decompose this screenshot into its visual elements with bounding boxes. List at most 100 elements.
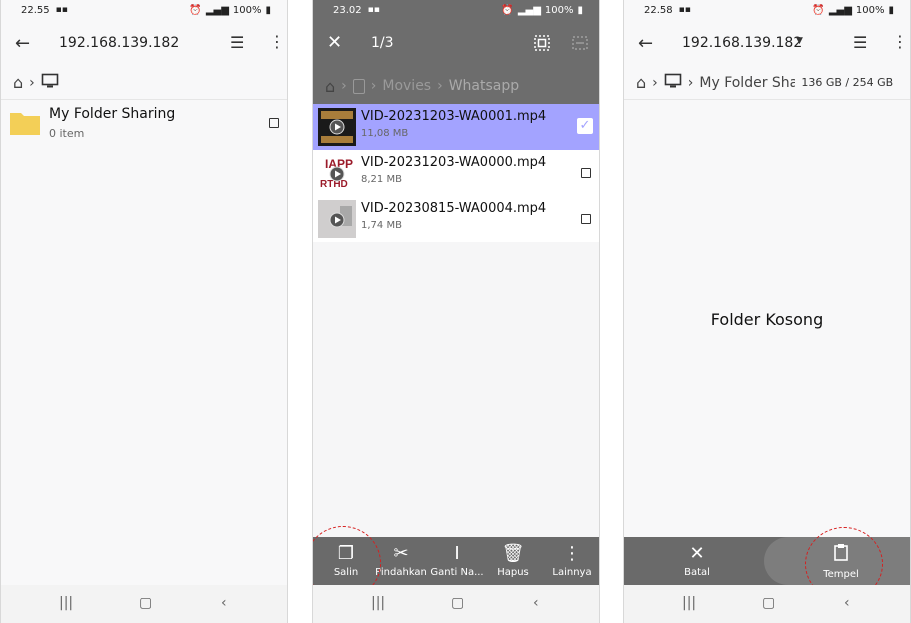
app-bar: ← 192.168.139.182 ▼ ☰ ⋮ [624,20,910,66]
file-size: 1,74 MB [361,220,402,231]
status-time: 22.55 [21,4,50,16]
signal-icon: ▂▄▆ [517,4,541,16]
status-time: 23.02 [333,4,362,16]
file-name: VID-20231203-WA0000.mp4 [361,155,547,170]
file-size: 8,21 MB [361,174,402,185]
back-icon[interactable]: ‹ [221,595,227,611]
battery-icon: ▮ [888,4,894,16]
alarm-icon: ⏰ [189,4,202,16]
home-icon[interactable]: ⌂ [636,73,646,92]
home-icon[interactable]: ⌂ [325,77,335,96]
battery-icon: ▮ [577,4,583,16]
file-row[interactable]: VID-20231203-WA0001.mp4 11,08 MB ✓ [313,104,599,150]
text-cursor-icon: I [454,542,460,564]
chevron-right-icon: › [652,74,658,91]
chevron-right-icon: › [341,78,347,94]
recents-icon[interactable]: ||| [371,595,385,611]
back-arrow-icon[interactable]: ← [638,33,653,54]
file-list-empty-area [313,242,599,537]
crumb-movies[interactable]: Movies [382,78,431,94]
notification-icons: ▪▪ [367,5,380,15]
status-bar: 22.58 ▪▪ ⏰ ▂▄▆ 100% ▮ [624,0,910,20]
status-time: 22.58 [644,4,673,16]
move-button[interactable]: ✂ Pindahkan [373,537,429,585]
signal-icon: ▂▄▆ [828,4,852,16]
file-row[interactable]: VID-20230815-WA0004.mp4 1,74 MB [313,196,599,242]
dropdown-arrow-icon[interactable]: ▼ [796,36,803,46]
recents-icon[interactable]: ||| [59,595,73,611]
file-name: VID-20231203-WA0001.mp4 [361,109,547,124]
system-nav-bar: ||| ▢ ‹ [313,585,599,623]
page-title: 192.168.139.182 [59,35,180,51]
folder-row[interactable]: My Folder Sharing 0 item [1,103,287,149]
home-button-icon[interactable]: ▢ [139,595,152,611]
breadcrumb: ⌂ › › Movies › Whatsapp [313,66,599,106]
crumb-whatsapp[interactable]: Whatsapp [449,78,519,94]
file-checkbox[interactable] [581,214,591,224]
empty-folder-message: Folder Kosong [710,310,824,329]
recents-icon[interactable]: ||| [682,595,696,611]
list-view-icon[interactable]: ☰ [230,33,244,52]
phone-screen-2: 23.02 ▪▪ ⏰ ▂▄▆ 100% ▮ ✕ 1/3 ⌂ › › Movies… [312,0,600,623]
more-vert-icon[interactable]: ⋮ [269,32,285,51]
video-thumbnail [318,108,356,146]
alarm-icon: ⏰ [812,4,825,16]
selection-bar: ✕ 1/3 [313,20,599,66]
video-thumbnail [318,200,356,238]
close-icon: ✕ [689,542,705,564]
crumb-current-folder[interactable]: My Folder Sha [699,75,795,91]
battery-icon: ▮ [265,4,271,16]
scissors-icon: ✂ [393,542,409,564]
cancel-button[interactable]: ✕ Batal [670,537,724,585]
computer-icon[interactable] [664,73,682,93]
battery-text: 100% [855,4,885,16]
list-view-icon[interactable]: ☰ [853,33,867,52]
file-row[interactable]: IAPP RTHD VID-20231203-WA0000.mp4 8,21 MB [313,150,599,196]
folder-meta: 0 item [49,127,85,140]
folder-checkbox[interactable] [269,118,279,128]
folder-name: My Folder Sharing [49,106,176,122]
home-button-icon[interactable]: ▢ [451,595,464,611]
more-vert-icon[interactable]: ⋮ [892,32,908,51]
back-arrow-icon[interactable]: ← [15,33,30,54]
phone-screen-1: 22.55 ▪▪ ⏰ ▂▄▆ 100% ▮ ← 192.168.139.182 … [0,0,288,623]
computer-icon[interactable] [41,73,59,93]
battery-text: 100% [232,4,262,16]
signal-icon: ▂▄▆ [205,4,229,16]
more-button[interactable]: ⋮ Lainnya [545,537,599,585]
chevron-right-icon: › [29,74,35,91]
system-nav-bar: ||| ▢ ‹ [624,585,910,623]
breadcrumb: ⌂ › [1,66,287,100]
home-icon[interactable]: ⌂ [13,73,23,92]
sd-card-icon[interactable] [352,78,365,94]
selection-count: 1/3 [371,35,394,51]
video-thumbnail: IAPP RTHD [318,154,356,192]
file-checkbox[interactable] [581,168,591,178]
file-name: VID-20230815-WA0004.mp4 [361,201,547,216]
app-bar: ← 192.168.139.182 ☰ ⋮ [1,20,287,66]
notification-icons: ▪▪ [55,5,68,15]
status-bar: 23.02 ▪▪ ⏰ ▂▄▆ 100% ▮ [313,0,599,20]
notification-icons: ▪▪ [678,5,691,15]
delete-button[interactable]: 🗑 Hapus [488,537,538,585]
status-bar: 22.55 ▪▪ ⏰ ▂▄▆ 100% ▮ [1,0,287,20]
move-label: Pindahkan [375,566,427,578]
rename-label: Ganti Na... [430,566,484,578]
back-icon[interactable]: ‹ [844,595,850,611]
page-title[interactable]: 192.168.139.182 [682,35,802,51]
file-size: 11,08 MB [361,128,409,139]
more-label: Lainnya [552,566,592,578]
delete-label: Hapus [497,566,529,578]
back-icon[interactable]: ‹ [533,595,539,611]
chevron-right-icon: › [687,74,694,91]
select-range-icon[interactable] [571,34,589,52]
storage-indicator: 136 GB / 254 GB [801,76,894,89]
close-icon[interactable]: ✕ [327,32,342,53]
checked-checkbox-icon[interactable]: ✓ [577,118,593,134]
home-button-icon[interactable]: ▢ [762,595,775,611]
folder-icon [9,108,41,136]
select-all-icon[interactable] [533,34,551,52]
chevron-right-icon: › [370,78,377,94]
rename-button[interactable]: I Ganti Na... [429,537,485,585]
phone-screen-3: 22.58 ▪▪ ⏰ ▂▄▆ 100% ▮ ← 192.168.139.182 … [623,0,911,623]
